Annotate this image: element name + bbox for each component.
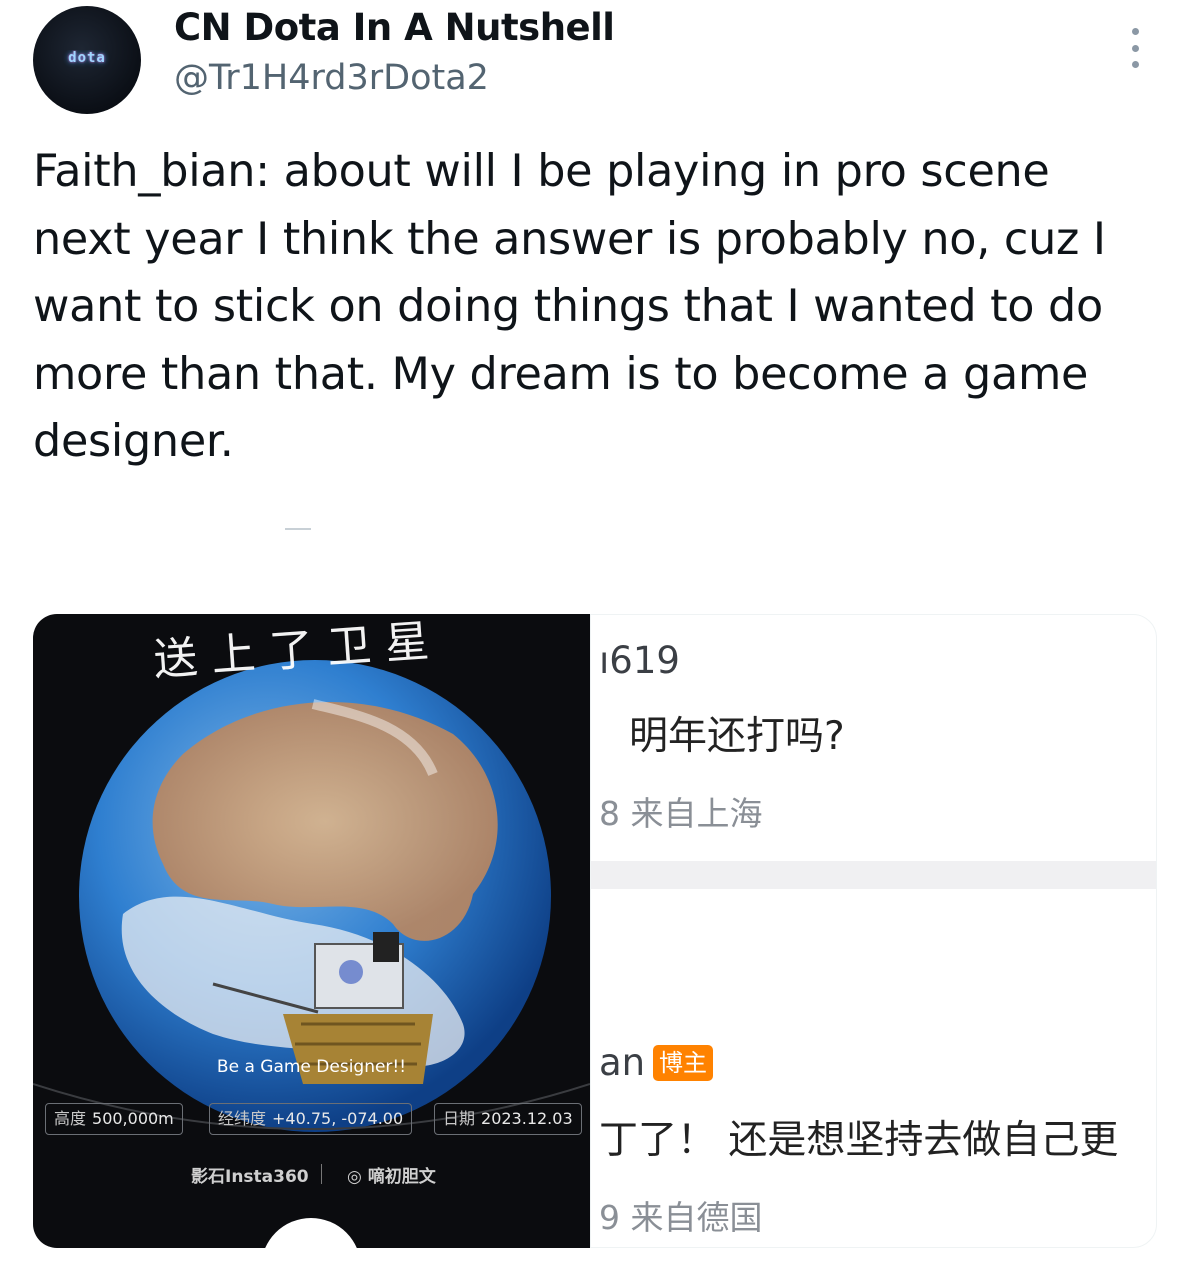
comment-text: 明年还打吗? [629,714,845,759]
tweet-line: Faith_bian: about will I be playing in p… [33,146,1050,197]
brand-insta360: 影石Insta360 [191,1167,309,1187]
tweet-line: more than that. My dream is to become a … [33,348,1089,400]
author-badge: 博主 [653,1045,713,1081]
tweet-media[interactable]: 送上了卫星 Be a Game Designer!! 高度 500,000m 经纬… [33,614,1157,1248]
brand-separator [321,1164,322,1184]
media-comments-screenshot[interactable]: ı619 明年还打吗? 8 来自上海 an 博主 丁了！ 还是想坚持去做自己更 … [590,614,1157,1248]
author-display-name[interactable]: CN Dota In A Nutshell [174,6,615,49]
date-label: 日期 [443,1109,476,1128]
earth-image [33,660,590,1132]
more-options-icon[interactable] [1120,28,1150,68]
comment-username: an [599,1041,646,1084]
comment-username: ı619 [599,639,680,682]
date-value: 2023.12.03 [481,1109,573,1128]
media-photo[interactable]: 送上了卫星 Be a Game Designer!! 高度 500,000m 经纬… [33,614,590,1248]
avatar-logo-text: dota [68,50,106,66]
divider-mark [285,528,311,530]
coordinates-value: +40.75, -074.00 [272,1109,404,1128]
date-pill: 日期 2023.12.03 [434,1103,582,1135]
author-avatar[interactable]: dota [33,6,141,114]
coordinates-label: 经纬度 [218,1109,267,1128]
coordinates-pill: 经纬度 +40.75, -074.00 [209,1103,413,1135]
tweet-line: next year I think the answer is probably… [33,213,1106,265]
photo-caption: Be a Game Designer!! [216,1057,407,1077]
comment-meta: 9 来自德国 [599,1198,763,1237]
altitude-value: 500,000m [92,1109,174,1128]
more-dot [1131,28,1139,35]
comment-meta: 8 来自上海 [599,794,763,833]
author-handle[interactable]: @Tr1H4rd3rDota2 [174,58,489,98]
altitude-label: 高度 [54,1109,87,1128]
tweet-line: want to stick on doing things that I wan… [33,281,1103,332]
comment-text: 丁了！ 还是想坚持去做自己更 [599,1118,1119,1163]
comment-divider [591,861,1156,889]
photo-branding: 影石Insta360 ◎ 嘀初胆文 [33,1162,590,1187]
more-dot [1131,61,1139,68]
tweet-line: designer. [33,416,234,467]
tweet-text: Faith_bian: about will I be playing in p… [33,138,1163,476]
brand-partner: ◎ 嘀初胆文 [347,1167,436,1187]
altitude-pill: 高度 500,000m [45,1103,183,1135]
more-dot [1131,44,1139,52]
